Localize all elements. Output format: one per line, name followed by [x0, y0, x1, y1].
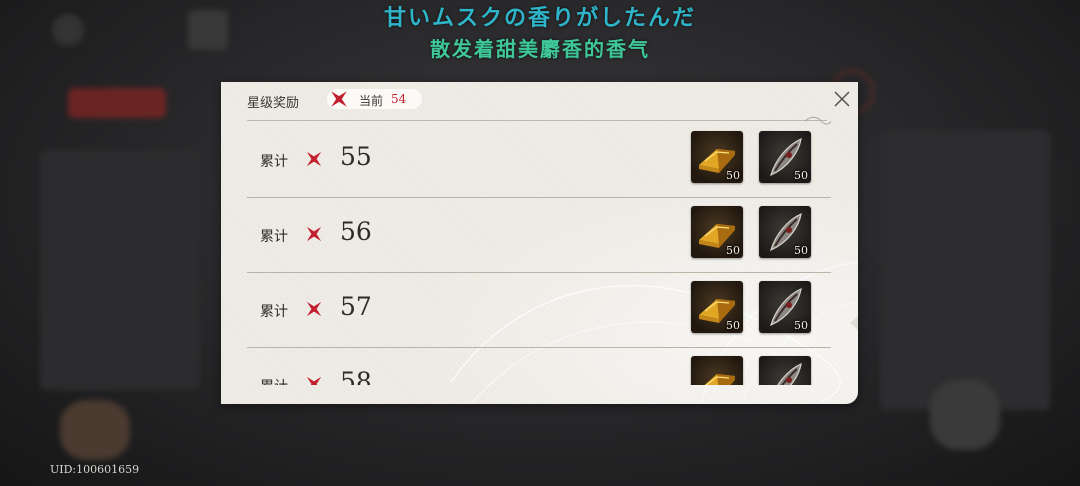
- star-threshold: 58: [340, 367, 372, 385]
- cumulative-label: 累计: [260, 376, 288, 385]
- reward-row: 累计 57 50 50: [247, 273, 831, 348]
- background-avatar: [930, 380, 1000, 450]
- reward-item-amulet[interactable]: 50: [759, 206, 811, 258]
- close-icon[interactable]: [833, 90, 851, 108]
- panel-pointer-arrow: [850, 316, 858, 330]
- current-stars-pill: 当前 54: [327, 89, 422, 109]
- red-star-icon: [306, 376, 322, 385]
- background-card: [40, 150, 200, 390]
- reward-item-gold-bar[interactable]: 50: [691, 281, 743, 333]
- star-threshold: 56: [340, 217, 372, 246]
- red-star-icon: [306, 151, 322, 167]
- reward-item-gold-bar[interactable]: 50: [691, 131, 743, 183]
- reward-row: 累计 56 50 50: [247, 198, 831, 273]
- background-avatar: [60, 400, 130, 460]
- reward-item-amulet[interactable]: 50: [759, 281, 811, 333]
- reward-item-amulet[interactable]: 50: [759, 356, 811, 385]
- current-label: 当前: [359, 94, 384, 108]
- background-button-red: [68, 88, 166, 118]
- reward-list[interactable]: 累计 55 50 50 累计 56 50 50 累计 57 50 50 58: [247, 123, 831, 385]
- subtitle-chinese: 散发着甜美麝香的香气: [430, 37, 650, 61]
- cumulative-label: 累计: [260, 304, 288, 320]
- cumulative-label: 累计: [260, 229, 288, 245]
- reward-item-amulet[interactable]: 50: [759, 131, 811, 183]
- star-reward-panel: 星级奖励 当前 54 累计 55 50 50 累计 56 50 50 累计 57…: [221, 82, 858, 404]
- header-divider: [247, 120, 827, 121]
- uid-label: UID:100601659: [50, 463, 140, 476]
- cumulative-label: 累计: [260, 154, 288, 170]
- subtitle-japanese: 甘いムスクの香りがしたんだ: [383, 6, 696, 31]
- panel-title: 星级奖励: [247, 96, 300, 111]
- current-value: 54: [391, 92, 407, 106]
- red-star-icon: [306, 301, 322, 317]
- reward-item-gold-bar[interactable]: 50: [691, 356, 743, 385]
- red-star-icon: [306, 226, 322, 242]
- star-threshold: 57: [340, 292, 372, 321]
- red-star-icon: [331, 91, 347, 107]
- background-card: [880, 130, 1050, 410]
- reward-row: 累计 58 50 50: [247, 348, 831, 385]
- star-threshold: 55: [340, 142, 372, 171]
- reward-item-gold-bar[interactable]: 50: [691, 206, 743, 258]
- silver-amulet-icon: [777, 363, 802, 385]
- gold-bar-icon: [704, 374, 735, 385]
- reward-row: 累计 55 50 50: [247, 123, 831, 198]
